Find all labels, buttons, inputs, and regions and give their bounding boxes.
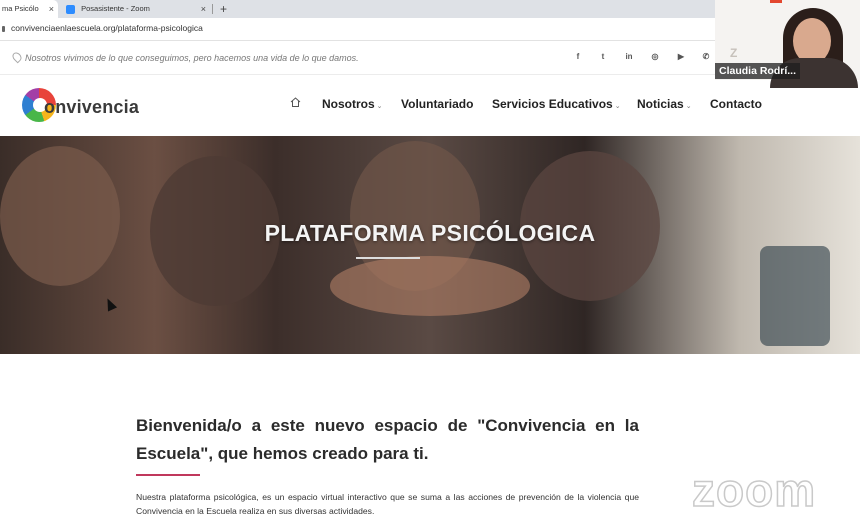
linkedin-icon[interactable]: in (623, 51, 635, 63)
zoom-red-mark (770, 0, 782, 3)
participant-name-label: Claudia Rodrí... (715, 63, 801, 79)
location-pin-icon (10, 50, 24, 64)
hero-divider (356, 257, 420, 259)
lock-icon (2, 26, 5, 32)
nav-item-nosotros[interactable]: Nosotros ⌄ (322, 97, 383, 111)
site-slogan: Nosotros vivimos de lo que conseguimos, … (25, 53, 359, 63)
new-tab-button[interactable]: + (220, 0, 227, 18)
zoom-watermark: zoom (691, 463, 817, 517)
address-bar[interactable]: convivenciaenlaescuela.org/plataforma-ps… (0, 18, 715, 41)
main-navigation: onvivencia Nosotros ⌄ Voluntariado Servic… (0, 75, 860, 135)
tab-label: ma Psicólo (2, 4, 39, 13)
zoom-corner-icon: Z (730, 46, 738, 60)
instagram-icon[interactable]: ◎ (649, 51, 661, 63)
nav-label: Servicios Educativos (492, 97, 613, 111)
close-tab-icon[interactable]: × (49, 0, 54, 18)
mouse-cursor-icon (102, 296, 118, 312)
browser-tab-zoom[interactable]: Posasistente - Zoom × (60, 0, 210, 18)
logo-text[interactable]: onvivencia (44, 97, 139, 118)
nav-item-servicios-educativos[interactable]: Servicios Educativos ⌄ (492, 97, 621, 111)
hero-photo-shape (330, 256, 530, 316)
chevron-down-icon: ⌄ (376, 103, 383, 110)
zoom-favicon-icon (66, 4, 75, 14)
hero-title: PLATAFORMA PSICÓLOGICA (264, 220, 596, 246)
browser-tab-active[interactable]: ma Psicólo × (0, 0, 58, 18)
chevron-down-icon: ⌄ (685, 103, 692, 110)
nav-label: Nosotros (322, 97, 375, 111)
nav-item-noticias[interactable]: Noticias ⌄ (637, 97, 692, 111)
chevron-down-icon: ⌄ (614, 103, 621, 110)
nav-label: Noticias (637, 97, 684, 111)
nav-label: Voluntariado (401, 97, 474, 111)
youtube-icon[interactable]: ▶ (675, 51, 687, 63)
hero-photo-shape (760, 246, 830, 346)
home-icon[interactable] (290, 97, 301, 107)
facebook-icon[interactable]: f (572, 51, 584, 63)
tab-label: Posasistente - Zoom (81, 4, 150, 13)
tab-separator (212, 4, 213, 14)
intro-paragraph: Nuestra plataforma psicológica, es un es… (136, 492, 639, 516)
nav-item-contacto[interactable]: Contacto (710, 97, 762, 111)
heading-accent-line (136, 474, 200, 476)
nav-item-voluntariado[interactable]: Voluntariado (401, 97, 473, 111)
twitter-icon[interactable]: t (597, 51, 609, 63)
whatsapp-icon[interactable]: ✆ (700, 51, 712, 63)
welcome-heading: Bienvenida/o a este nuevo espacio de "Co… (136, 416, 639, 463)
close-tab-icon[interactable]: × (201, 0, 206, 18)
hero-banner: PLATAFORMA PSICÓLOGICA (0, 136, 860, 354)
url-text[interactable]: convivenciaenlaescuela.org/plataforma-ps… (11, 23, 203, 33)
hero-photo-shape (0, 146, 120, 286)
nav-label: Contacto (710, 97, 762, 111)
